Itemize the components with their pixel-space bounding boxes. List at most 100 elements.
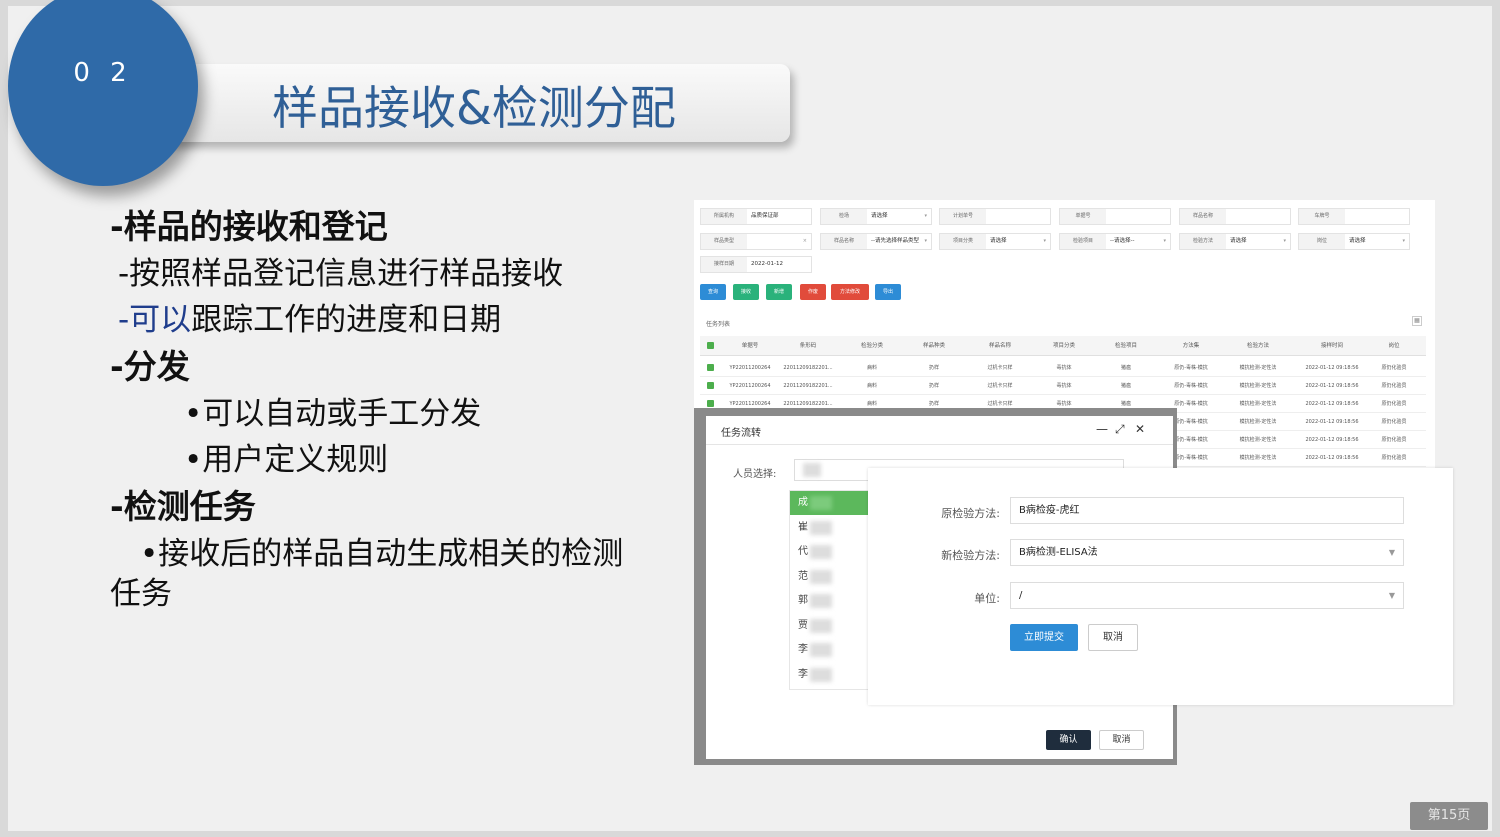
filter-field[interactable]: 车牌号 bbox=[1298, 208, 1410, 225]
column-header[interactable]: 接样时间 bbox=[1298, 336, 1366, 356]
column-header[interactable]: 单据号 bbox=[720, 336, 780, 356]
filter-field[interactable]: 计划单号 bbox=[939, 208, 1051, 225]
filter-field[interactable]: 项目分类 请选择 ▾ bbox=[939, 233, 1051, 250]
filter-field[interactable]: 检验项目 --请选择-- ▾ bbox=[1059, 233, 1171, 250]
table-cell: 毒抗体 bbox=[1056, 383, 1072, 389]
filter-field-caret: ▾ bbox=[1043, 238, 1046, 244]
table-cell: 猪瘟 bbox=[1120, 365, 1131, 371]
filter-field-value: 品质保证部 bbox=[751, 213, 779, 219]
person-name: 贾 bbox=[798, 619, 808, 631]
filter-field-label: 样品名称 bbox=[821, 234, 867, 249]
bullet-heading: -检测任务 bbox=[110, 487, 256, 526]
new-method-label: 新检验方法: bbox=[941, 549, 1000, 562]
toolbar-button[interactable]: 方法修改 bbox=[831, 284, 869, 300]
table-cell: 2022-01-12 09:18:56 bbox=[1305, 419, 1359, 425]
toolbar-button[interactable]: 接收 bbox=[733, 284, 759, 300]
bullet-item-prefix: -可以 bbox=[118, 302, 192, 338]
unit-select[interactable]: / ▼ bbox=[1010, 582, 1404, 609]
table-row[interactable]: YP22011200264 22011209182201... 病料 扔样 过机卡只样 毒… bbox=[700, 377, 1426, 395]
column-header[interactable]: 样品种类 bbox=[906, 336, 962, 356]
person-list-item[interactable]: 贾 bbox=[790, 614, 868, 638]
filter-field[interactable]: 检验方法 请选择 ▾ bbox=[1179, 233, 1291, 250]
table-label: 任务列表 bbox=[706, 321, 731, 328]
person-name: 李 bbox=[798, 668, 808, 680]
table-cell: 2022-01-12 09:18:56 bbox=[1305, 437, 1359, 443]
filter-field[interactable]: 岗位 请选择 ▾ bbox=[1298, 233, 1410, 250]
filter-field[interactable]: 样品名称 bbox=[1179, 208, 1291, 225]
row-checkbox[interactable] bbox=[707, 400, 714, 407]
filter-field-value: 请选择 bbox=[871, 213, 888, 219]
table-cell: YP22011200264 bbox=[729, 365, 771, 371]
new-method-select[interactable]: B病检测-ELISA法 ▼ bbox=[1010, 539, 1404, 566]
filter-field-label: 车牌号 bbox=[1299, 209, 1345, 224]
row-checkbox[interactable] bbox=[707, 364, 714, 371]
table-cell: 病料 bbox=[866, 365, 877, 371]
table-cell: 2022-01-12 09:18:56 bbox=[1305, 401, 1359, 407]
orig-method-field[interactable]: B病检疫-虎红 bbox=[1010, 497, 1404, 524]
column-header[interactable]: 检验分类 bbox=[844, 336, 900, 356]
person-list-item[interactable]: 郭 bbox=[790, 589, 868, 613]
filter-field[interactable]: 所属机构 品质保证部 bbox=[700, 208, 812, 225]
table-cell: YP22011200264 bbox=[729, 383, 771, 389]
person-list-item[interactable]: 崔 bbox=[790, 516, 868, 540]
table-cell: 毒抗体 bbox=[1056, 365, 1072, 371]
person-list-item[interactable]: 李 bbox=[790, 663, 868, 687]
table-cell: 模抗检测-定性法 bbox=[1239, 455, 1277, 461]
bullet-list: -样品的接收和登记 -按照样品登记信息进行样品接收 -可以跟踪工作的进度和日期 … bbox=[110, 200, 670, 614]
toolbar-button[interactable]: 作废 bbox=[800, 284, 826, 300]
person-list-item[interactable]: 李 bbox=[790, 638, 868, 662]
person-list-item[interactable]: 范 bbox=[790, 565, 868, 589]
toolbar-button[interactable]: 新增 bbox=[766, 284, 792, 300]
filter-field-caret: × bbox=[802, 238, 807, 244]
filter-field[interactable]: 单据号 bbox=[1059, 208, 1171, 225]
blurred-name bbox=[810, 643, 832, 657]
filter-field[interactable]: 检场 请选择 ▾ bbox=[820, 208, 932, 225]
column-header[interactable]: 条形码 bbox=[778, 336, 838, 356]
person-list-item[interactable]: 成 bbox=[790, 491, 868, 515]
blurred-name bbox=[810, 594, 832, 608]
column-header[interactable]: 项目分类 bbox=[1036, 336, 1092, 356]
filter-field[interactable]: 样品名称 --请先选择样品类型 ▾ bbox=[820, 233, 932, 250]
table-cell: 模抗检测-定性法 bbox=[1239, 437, 1277, 443]
table-cell: 病料 bbox=[866, 383, 877, 389]
confirm-button[interactable]: 确认 bbox=[1046, 730, 1091, 750]
orig-method-label: 原检验方法: bbox=[941, 507, 1000, 520]
bullet-heading: -样品的接收和登记 bbox=[110, 207, 388, 246]
bullet-item-continued: 任务 bbox=[110, 576, 172, 612]
filter-field-label: 单据号 bbox=[1060, 209, 1106, 224]
column-header[interactable]: 检验方法 bbox=[1226, 336, 1290, 356]
chevron-down-icon: ▼ bbox=[1388, 591, 1395, 600]
grid-icon[interactable]: ▦ bbox=[1412, 316, 1422, 326]
toolbar-button[interactable]: 查询 bbox=[700, 284, 726, 300]
row-checkbox[interactable] bbox=[707, 382, 714, 389]
filter-field[interactable]: 样品类型 × bbox=[700, 233, 812, 250]
table-cell: 原仍-毒株-模抗 bbox=[1174, 383, 1208, 389]
cancel-button[interactable]: 取消 bbox=[1099, 730, 1144, 750]
filter-field-value: 2022-01-12 bbox=[751, 261, 783, 267]
cancel-button[interactable]: 取消 bbox=[1088, 624, 1138, 651]
close-icon[interactable]: ✕ bbox=[1135, 422, 1145, 436]
table-cell: 模抗检测-定性法 bbox=[1239, 419, 1277, 425]
blurred-name bbox=[810, 569, 832, 584]
table-cell: 原仍化验员 bbox=[1381, 401, 1407, 407]
filter-field[interactable]: 接样日期 2022-01-12 bbox=[700, 256, 812, 273]
person-name: 代 bbox=[798, 546, 808, 557]
page-number: 第15页 bbox=[1410, 802, 1488, 830]
select-all-checkbox[interactable] bbox=[707, 342, 714, 349]
column-header[interactable]: 检验项目 bbox=[1098, 336, 1154, 356]
toolbar-button[interactable]: 导出 bbox=[875, 284, 901, 300]
maximize-icon[interactable]: ⤢ bbox=[1115, 422, 1125, 437]
table-cell: 模抗检测-定性法 bbox=[1239, 383, 1277, 389]
filter-field-caret: ▾ bbox=[924, 213, 927, 219]
column-header[interactable]: 岗位 bbox=[1364, 336, 1424, 356]
table-row[interactable]: YP22011200264 22011209182201... 病料 扔样 过机卡只样 毒… bbox=[700, 359, 1426, 377]
submit-button[interactable]: 立即提交 bbox=[1010, 624, 1078, 651]
person-list-item[interactable]: 代 bbox=[790, 540, 868, 564]
unit-label: 单位: bbox=[974, 592, 1000, 605]
column-header[interactable]: 方法集 bbox=[1162, 336, 1220, 356]
filter-field-label: 所属机构 bbox=[701, 209, 747, 224]
column-header[interactable]: 样品名称 bbox=[970, 336, 1030, 356]
filter-field-value: 请选择 bbox=[1230, 238, 1247, 244]
table-cell: 过机卡只样 bbox=[987, 383, 1013, 389]
minimize-icon[interactable]: — bbox=[1096, 422, 1108, 436]
